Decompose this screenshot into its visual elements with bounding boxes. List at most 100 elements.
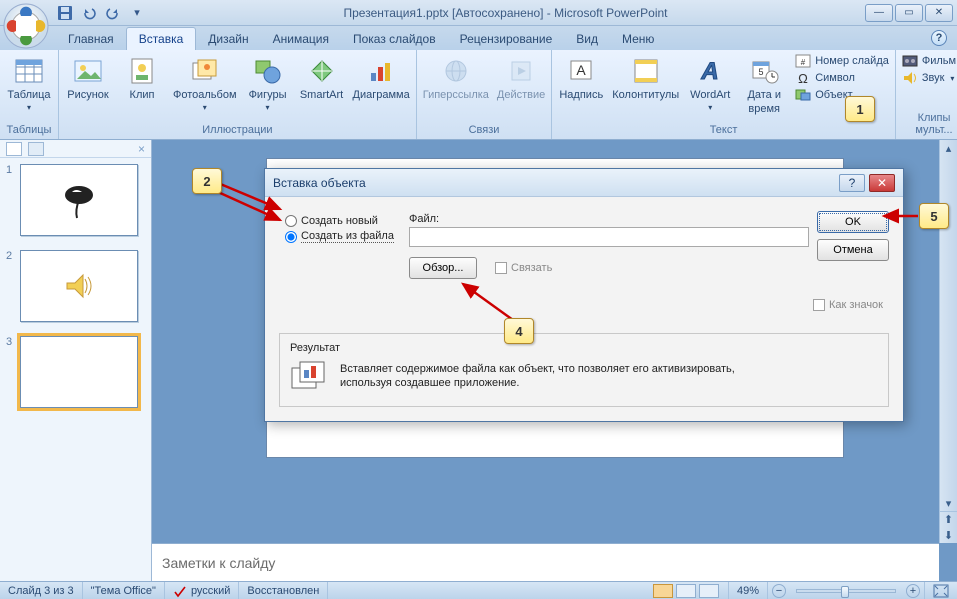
- slide-panel-header: ×: [0, 140, 151, 158]
- view-buttons: [644, 582, 729, 599]
- sound-button[interactable]: Звук▾: [902, 70, 955, 86]
- tab-insert[interactable]: Вставка: [126, 27, 197, 50]
- callout-2: 2: [192, 168, 222, 194]
- svg-text:A: A: [577, 62, 587, 78]
- office-button[interactable]: [0, 0, 52, 52]
- chart-button[interactable]: Диаграмма: [353, 53, 410, 101]
- tab-home[interactable]: Главная: [56, 28, 126, 50]
- slide-thumb-1[interactable]: 1: [6, 164, 145, 236]
- result-icon: [290, 360, 330, 392]
- browse-button[interactable]: Обзор...: [409, 257, 477, 279]
- radio-file-label: Создать из файла: [301, 230, 394, 243]
- dialog-help-icon[interactable]: ?: [839, 174, 865, 192]
- sound-icon: [902, 70, 918, 86]
- tab-animation[interactable]: Анимация: [261, 28, 341, 50]
- picture-button[interactable]: Рисунок: [65, 53, 111, 101]
- zoom-level[interactable]: 49%: [729, 582, 768, 599]
- svg-text:A: A: [701, 58, 719, 85]
- group-media: Фильм▾ Звук▾ Клипы мульт...: [896, 50, 957, 139]
- album-button[interactable]: Фотоальбом▾: [173, 53, 237, 112]
- shapes-button[interactable]: Фигуры▾: [245, 53, 291, 112]
- status-slide: Слайд 3 из 3: [0, 582, 83, 599]
- link-checkbox[interactable]: Связать: [495, 262, 552, 274]
- panel-close-icon[interactable]: ×: [138, 142, 145, 156]
- cancel-button[interactable]: Отмена: [817, 239, 889, 261]
- scroll-down-icon[interactable]: ▾: [940, 495, 957, 511]
- zoom-controls: − +: [768, 582, 925, 599]
- callout-1: 1: [845, 96, 875, 122]
- slide-thumb-2[interactable]: 2: [6, 250, 145, 322]
- datetime-button[interactable]: 5Дата ивремя: [741, 53, 787, 115]
- tab-review[interactable]: Рецензирование: [448, 28, 565, 50]
- maximize-button[interactable]: ▭: [895, 4, 923, 22]
- movie-button[interactable]: Фильм▾: [902, 53, 957, 69]
- smartart-button[interactable]: SmartArt: [299, 53, 345, 101]
- notes-pane[interactable]: Заметки к слайду: [152, 543, 939, 581]
- save-icon[interactable]: [56, 4, 74, 22]
- zoom-out-icon[interactable]: −: [772, 584, 786, 598]
- table-button[interactable]: Таблица▾: [6, 53, 52, 112]
- slide-num: 3: [6, 336, 16, 408]
- next-slide-icon[interactable]: ⬇: [940, 527, 957, 543]
- slideshow-view-button[interactable]: [699, 584, 719, 598]
- headerfooter-button[interactable]: Колонтитулы: [612, 53, 679, 101]
- radio-new-label: Создать новый: [301, 215, 378, 227]
- slides-tab-icon[interactable]: [6, 142, 22, 156]
- minimize-button[interactable]: ―: [865, 4, 893, 22]
- group-links-label: Связи: [423, 122, 546, 138]
- file-path-input[interactable]: [409, 227, 809, 247]
- object-icon: [795, 87, 811, 103]
- datetime-icon: 5: [748, 55, 780, 87]
- vertical-scrollbar[interactable]: ▴ ▾ ⬆ ⬇: [939, 140, 957, 543]
- group-text: AНадпись Колонтитулы AWordArt▾ 5Дата ивр…: [552, 50, 896, 139]
- svg-text:#: #: [801, 58, 806, 67]
- fit-to-window-button[interactable]: [925, 582, 957, 599]
- status-bar: Слайд 3 из 3 "Тема Office" русский Восст…: [0, 581, 957, 599]
- normal-view-button[interactable]: [653, 584, 673, 598]
- close-button[interactable]: ✕: [925, 4, 953, 22]
- ok-button[interactable]: OK: [817, 211, 889, 233]
- tab-slideshow[interactable]: Показ слайдов: [341, 28, 448, 50]
- textbox-button[interactable]: AНадпись: [558, 53, 604, 101]
- smartart-icon: [306, 55, 338, 87]
- prev-slide-icon[interactable]: ⬆: [940, 511, 957, 527]
- as-icon-checkbox[interactable]: Как значок: [813, 299, 883, 311]
- callout-5: 5: [919, 203, 949, 229]
- picture-icon: [72, 55, 104, 87]
- result-text: Вставляет содержимое файла как объект, ч…: [340, 362, 770, 391]
- slidenumber-button[interactable]: # Номер слайда: [795, 53, 889, 69]
- tab-design[interactable]: Дизайн: [196, 28, 260, 50]
- status-lang[interactable]: русский: [165, 582, 239, 599]
- wordart-button[interactable]: AWordArt▾: [687, 53, 733, 112]
- radio-create-from-file[interactable]: Создать из файла: [285, 230, 394, 243]
- qat-customize-icon[interactable]: ▾: [128, 4, 146, 22]
- dropdown-icon: ▾: [27, 103, 31, 112]
- tab-menu[interactable]: Меню: [610, 28, 666, 50]
- symbol-button[interactable]: ΩСимвол: [795, 70, 855, 86]
- headerfooter-icon: [630, 55, 662, 87]
- sorter-view-button[interactable]: [676, 584, 696, 598]
- scroll-up-icon[interactable]: ▴: [940, 140, 957, 156]
- dropdown-icon: ▾: [708, 103, 712, 112]
- redo-icon[interactable]: [104, 4, 122, 22]
- outline-tab-icon[interactable]: [28, 142, 44, 156]
- radio-create-new[interactable]: Создать новый: [285, 215, 394, 227]
- clip-button[interactable]: Клип: [119, 53, 165, 101]
- action-icon: [505, 55, 537, 87]
- group-illustrations: Рисунок Клип Фотоальбом▾ Фигуры▾ SmartAr…: [59, 50, 417, 139]
- help-icon[interactable]: ?: [931, 30, 947, 46]
- slide-num: 2: [6, 250, 16, 322]
- link-label: Связать: [511, 262, 552, 274]
- movie-label: Фильм: [922, 55, 956, 67]
- chart-label: Диаграмма: [353, 89, 410, 101]
- zoom-slider[interactable]: [796, 589, 896, 593]
- result-title: Результат: [290, 342, 878, 354]
- slide-thumbnails: 1 2 3: [0, 158, 151, 581]
- zoom-in-icon[interactable]: +: [906, 584, 920, 598]
- group-media-label: Клипы мульт...: [902, 110, 957, 138]
- dialog-close-icon[interactable]: ✕: [869, 174, 895, 192]
- slide-thumb-3[interactable]: 3: [6, 336, 145, 408]
- undo-icon[interactable]: [80, 4, 98, 22]
- slidenumber-label: Номер слайда: [815, 55, 889, 67]
- tab-view[interactable]: Вид: [564, 28, 610, 50]
